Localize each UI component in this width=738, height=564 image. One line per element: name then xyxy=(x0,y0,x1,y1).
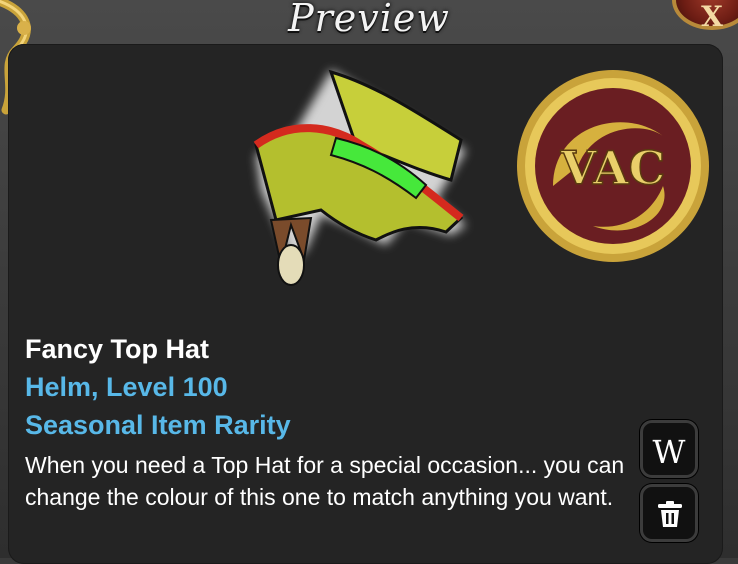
wiki-button[interactable]: W xyxy=(640,420,698,478)
item-description: When you need a Top Hat for a special oc… xyxy=(25,452,625,510)
trash-icon xyxy=(658,501,682,527)
delete-button[interactable] xyxy=(640,484,698,542)
badge-text: VAC xyxy=(560,141,665,195)
window-title: Preview xyxy=(288,0,450,40)
item-rarity: Seasonal Item Rarity xyxy=(25,410,291,440)
vac-badge-icon: VAC xyxy=(517,70,709,262)
wiki-icon: W xyxy=(652,433,686,471)
close-button[interactable]: X xyxy=(672,0,738,33)
item-type-level: Helm, Level 100 xyxy=(25,372,228,402)
close-icon: X xyxy=(701,0,723,33)
green-top-hat-icon xyxy=(253,69,466,286)
item-name: Fancy Top Hat xyxy=(25,334,210,364)
